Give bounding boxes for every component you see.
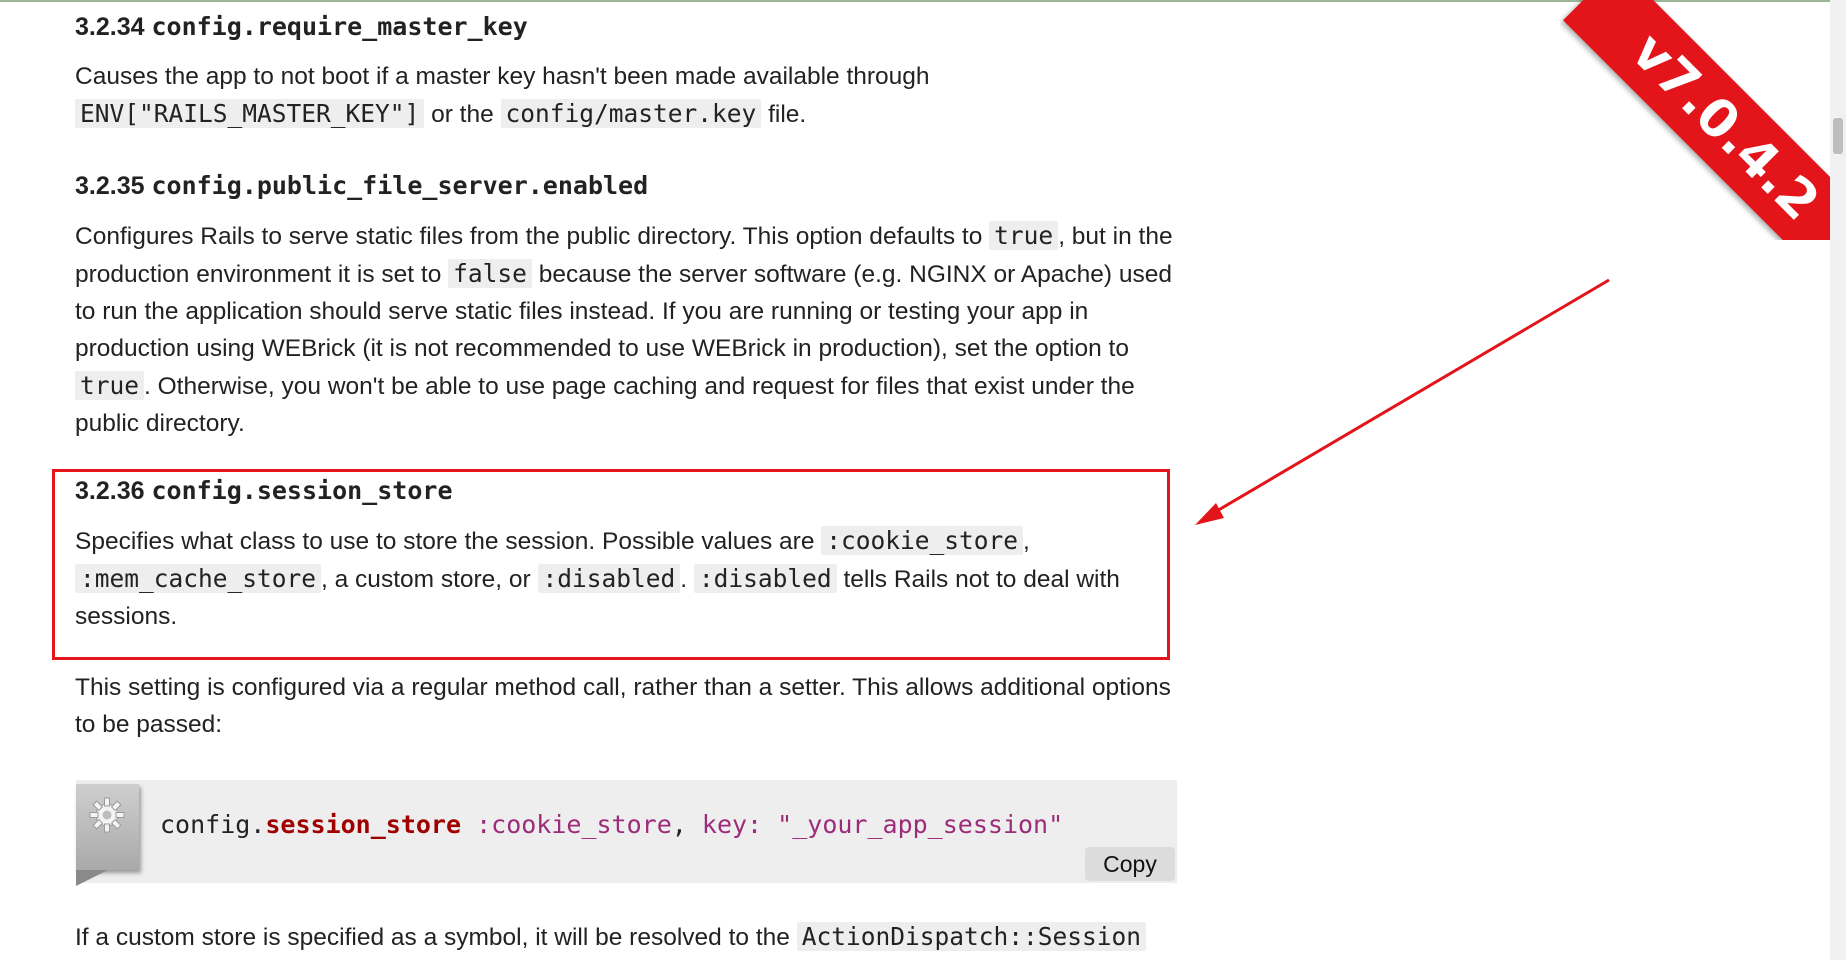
code-key: key: [701,810,763,839]
heading-number: 3.2.34 [75,13,145,41]
text-run: . Otherwise, you won't be able to use pa… [75,373,1135,437]
code-block: config.session_store :cookie_store, key:… [76,780,1177,886]
inline-code: true [989,221,1059,250]
heading-key: config.public_file_server.enabled [151,171,649,200]
text-run: file. [761,101,807,128]
code-symbol: :cookie_store [476,810,672,839]
text-run: or the [424,101,501,128]
copy-button[interactable]: Copy [1085,847,1175,881]
code-comma: , [671,810,687,839]
inline-code: ENV["RAILS_MASTER_KEY"] [75,99,425,128]
code-line: config.session_store :cookie_store, key:… [160,810,1063,839]
inline-code: false [448,259,532,288]
inline-code: config/master.key [500,99,762,128]
section-heading-require-master-key[interactable]: 3.2.34 config.require_master_key [75,12,528,42]
section-heading-public-file-server[interactable]: 3.2.35 config.public_file_server.enabled [75,171,648,201]
scrollbar[interactable] [1830,0,1846,960]
heading-key: config.require_master_key [151,12,528,41]
code-string: "_your_app_session" [777,810,1064,839]
para-method-call: This setting is configured via a regular… [75,674,1171,738]
para-custom-store: If a custom store is specified as a symb… [75,918,1180,956]
text-run: Configures Rails to serve static files f… [75,223,990,250]
para-public-file-server: Configures Rails to serve static files f… [75,217,1180,442]
version-ribbon: v7.0.4.2 [1560,0,1830,240]
annotation-highlight-box [52,469,1170,660]
inline-code: ActionDispatch::Session [796,922,1146,951]
version-label: v7.0.4.2 [1563,0,1830,240]
heading-number: 3.2.35 [75,172,145,200]
tile-fold [76,870,108,886]
text-run: If a custom store is specified as a symb… [75,924,797,951]
code-method: session_store [265,810,462,839]
inline-code: true [75,371,145,400]
scrollbar-thumb[interactable] [1833,118,1843,154]
code-object: config. [160,810,266,839]
code-gear-tile [76,784,139,886]
para-require-master-key: Causes the app to not boot if a master k… [75,58,1180,133]
gear-icon [89,797,125,833]
text-run: Causes the app to not boot if a master k… [75,63,930,90]
